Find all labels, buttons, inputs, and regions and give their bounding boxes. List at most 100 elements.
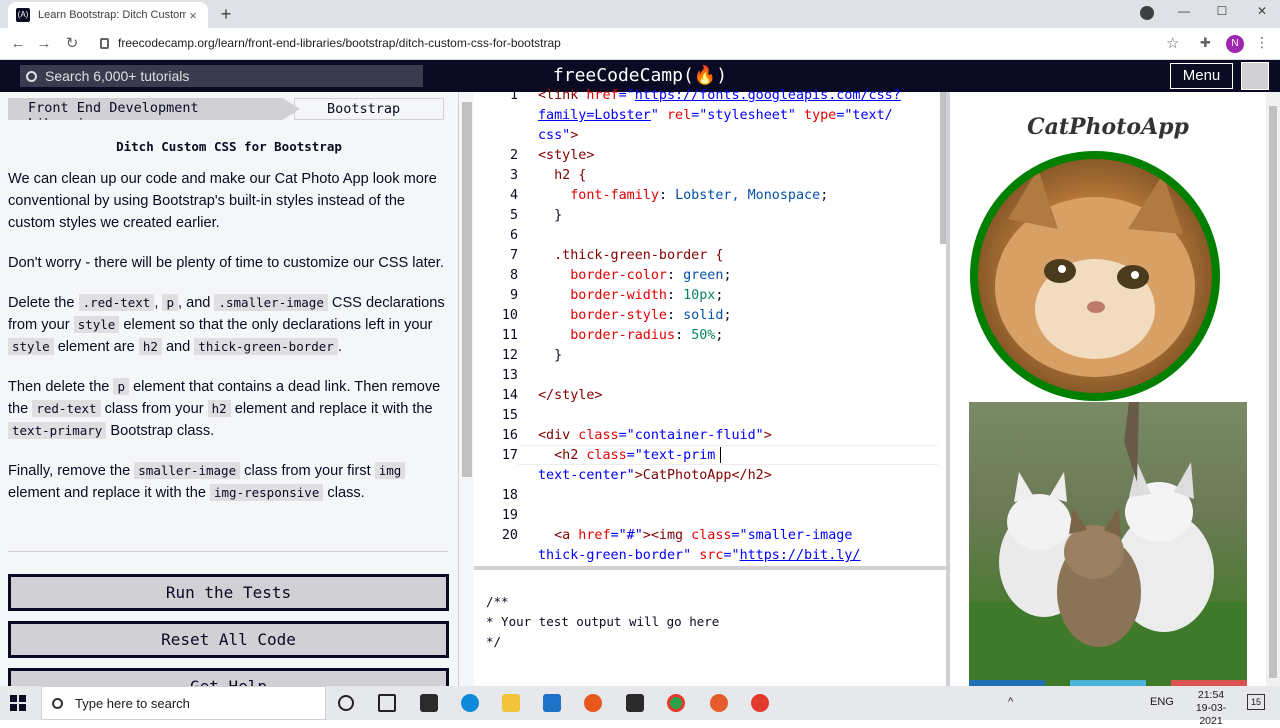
divider: [8, 551, 448, 552]
paragraph: We can clean up our code and make our Ca…: [8, 171, 437, 231]
code-line: }: [538, 348, 563, 363]
mail-icon[interactable]: [543, 694, 561, 712]
taskbar-search-box[interactable]: Type here to search: [41, 686, 326, 720]
code-line: </style>: [538, 388, 603, 403]
lock-icon: [100, 38, 109, 49]
profile-avatar[interactable]: N: [1226, 35, 1244, 53]
challenge-title: Ditch Custom CSS for Bootstrap: [116, 139, 342, 154]
user-avatar[interactable]: [1241, 62, 1269, 90]
windows-start-icon[interactable]: [10, 695, 26, 711]
code-line: <link href="https://fonts.googleapis.com…: [538, 88, 901, 103]
tray-chevron-icon[interactable]: ^: [1008, 696, 1013, 708]
code-line: .thick-green-border {: [538, 248, 724, 263]
chrome-icon[interactable]: [667, 694, 685, 712]
store-icon[interactable]: [420, 694, 438, 712]
reload-button[interactable]: ↻: [62, 34, 82, 54]
line-number: 19: [501, 508, 518, 523]
text-cursor: [720, 447, 721, 463]
firefox-icon[interactable]: [584, 694, 602, 712]
recorder-icon[interactable]: [751, 694, 769, 712]
browser-menu-icon[interactable]: ⋮: [1255, 34, 1269, 51]
code-line: <div class="container-fluid">: [538, 428, 772, 443]
forward-button[interactable]: →: [34, 34, 54, 54]
windows-taskbar: Type here to search ^ ENG 21:54 19-03-20…: [0, 686, 1280, 727]
tab-title: Learn Bootstrap: Ditch Custom C: [38, 9, 186, 21]
cat-face-graphic: [995, 169, 1195, 377]
code-line: family=Lobster" rel="stylesheet" type="t…: [538, 108, 893, 123]
run-tests-button[interactable]: Run the Tests: [8, 574, 449, 611]
breadcrumb-section[interactable]: Front End Development Libraries: [8, 98, 300, 120]
line-number: 3: [509, 168, 518, 183]
scrollbar-thumb[interactable]: [462, 102, 472, 477]
line-number: 13: [501, 368, 518, 383]
code-line: font-family: Lobster, Monospace;: [538, 188, 829, 203]
reset-code-button[interactable]: Reset All Code: [8, 621, 449, 658]
tab-search-icon[interactable]: [1140, 6, 1154, 20]
fcc-logo[interactable]: freeCodeCamp(🔥): [0, 65, 1280, 86]
test-output-panel: /** * Your test output will go here */: [474, 570, 946, 686]
search-icon: [52, 697, 63, 709]
code-line: <a href="#"><img class="smaller-image: [538, 528, 853, 543]
file-explorer-icon[interactable]: [502, 694, 520, 712]
challenge-description: We can clean up our code and make our Ca…: [8, 168, 452, 522]
fcc-favicon-icon: (A): [16, 8, 30, 22]
back-button[interactable]: ←: [8, 34, 28, 54]
line-number: 4: [509, 188, 518, 203]
cortana-icon[interactable]: [338, 695, 354, 711]
code-line: <style>: [538, 148, 595, 163]
new-tab-button[interactable]: +: [216, 4, 236, 25]
notification-center-icon[interactable]: 15: [1247, 694, 1265, 710]
line-number: 6: [509, 228, 518, 243]
line-number: 20: [501, 528, 518, 543]
cat-photo-image[interactable]: [970, 151, 1220, 401]
maximize-button[interactable]: ☐: [1210, 4, 1234, 18]
sticky-notes-icon[interactable]: [626, 694, 644, 712]
breadcrumb: Front End Development Libraries Bootstra…: [8, 98, 444, 120]
line-number: 16: [501, 428, 518, 443]
task-view-icon[interactable]: [378, 694, 396, 712]
menu-button[interactable]: Menu: [1170, 63, 1233, 89]
code-line: border-style: solid;: [538, 308, 732, 323]
line-number: 14: [501, 388, 518, 403]
code-line: border-radius: 50%;: [538, 328, 724, 343]
clock-time: 21:54: [1197, 689, 1225, 701]
paragraph: Don't worry - there will be plenty of ti…: [8, 255, 444, 271]
line-number: 9: [509, 288, 518, 303]
app-icon[interactable]: [710, 694, 728, 712]
code-line: text-center">CatPhotoApp</h2>: [538, 468, 772, 483]
editor-scrollbar[interactable]: [938, 92, 946, 566]
line-number: 18: [501, 488, 518, 503]
minimize-button[interactable]: —: [1172, 4, 1196, 18]
bookmark-star-icon[interactable]: ☆: [1166, 34, 1179, 52]
taskbar-search-placeholder: Type here to search: [75, 695, 190, 711]
instructions-scrollbar[interactable]: [458, 92, 474, 686]
paragraph: Delete the .red-text, p, and .smaller-im…: [8, 294, 445, 355]
code-line: <h2 class="text-prim: [538, 448, 716, 463]
close-window-button[interactable]: ✕: [1250, 4, 1274, 18]
code-line: css">: [538, 128, 579, 143]
scrollbar-thumb[interactable]: [1269, 106, 1277, 678]
line-number: 5: [509, 208, 518, 223]
kittens-image[interactable]: [969, 402, 1247, 686]
edge-icon[interactable]: [461, 694, 479, 712]
language-indicator[interactable]: ENG: [1150, 696, 1174, 708]
preview-scrollbar[interactable]: [1266, 92, 1280, 686]
browser-toolbar: ← → ↻ freecodecamp.org/learn/front-end-l…: [0, 28, 1280, 60]
address-bar[interactable]: freecodecamp.org/learn/front-end-librari…: [118, 36, 561, 50]
paragraph: Finally, remove the smaller-image class …: [8, 460, 452, 504]
tab-close-icon[interactable]: ×: [186, 8, 200, 23]
clock-date: 19-03-2021: [1195, 702, 1227, 727]
line-number: 12: [501, 348, 518, 363]
line-number: 11: [501, 328, 518, 343]
preview-title: CatPhotoApp: [1027, 114, 1189, 140]
line-number: 8: [509, 268, 518, 283]
breadcrumb-subsection[interactable]: Bootstrap: [294, 98, 444, 120]
browser-tab[interactable]: (A) Learn Bootstrap: Ditch Custom C ×: [8, 2, 208, 28]
kittens-graphic: [969, 402, 1247, 686]
code-line: }: [538, 208, 563, 223]
code-line: thick-green-border" src="https://bit.ly/: [538, 548, 861, 563]
taskbar-clock[interactable]: 21:54 19-03-2021: [1186, 689, 1236, 728]
code-line: h2 {: [538, 168, 587, 183]
line-number: 7: [509, 248, 518, 263]
extensions-icon[interactable]: ✚: [1200, 35, 1211, 51]
